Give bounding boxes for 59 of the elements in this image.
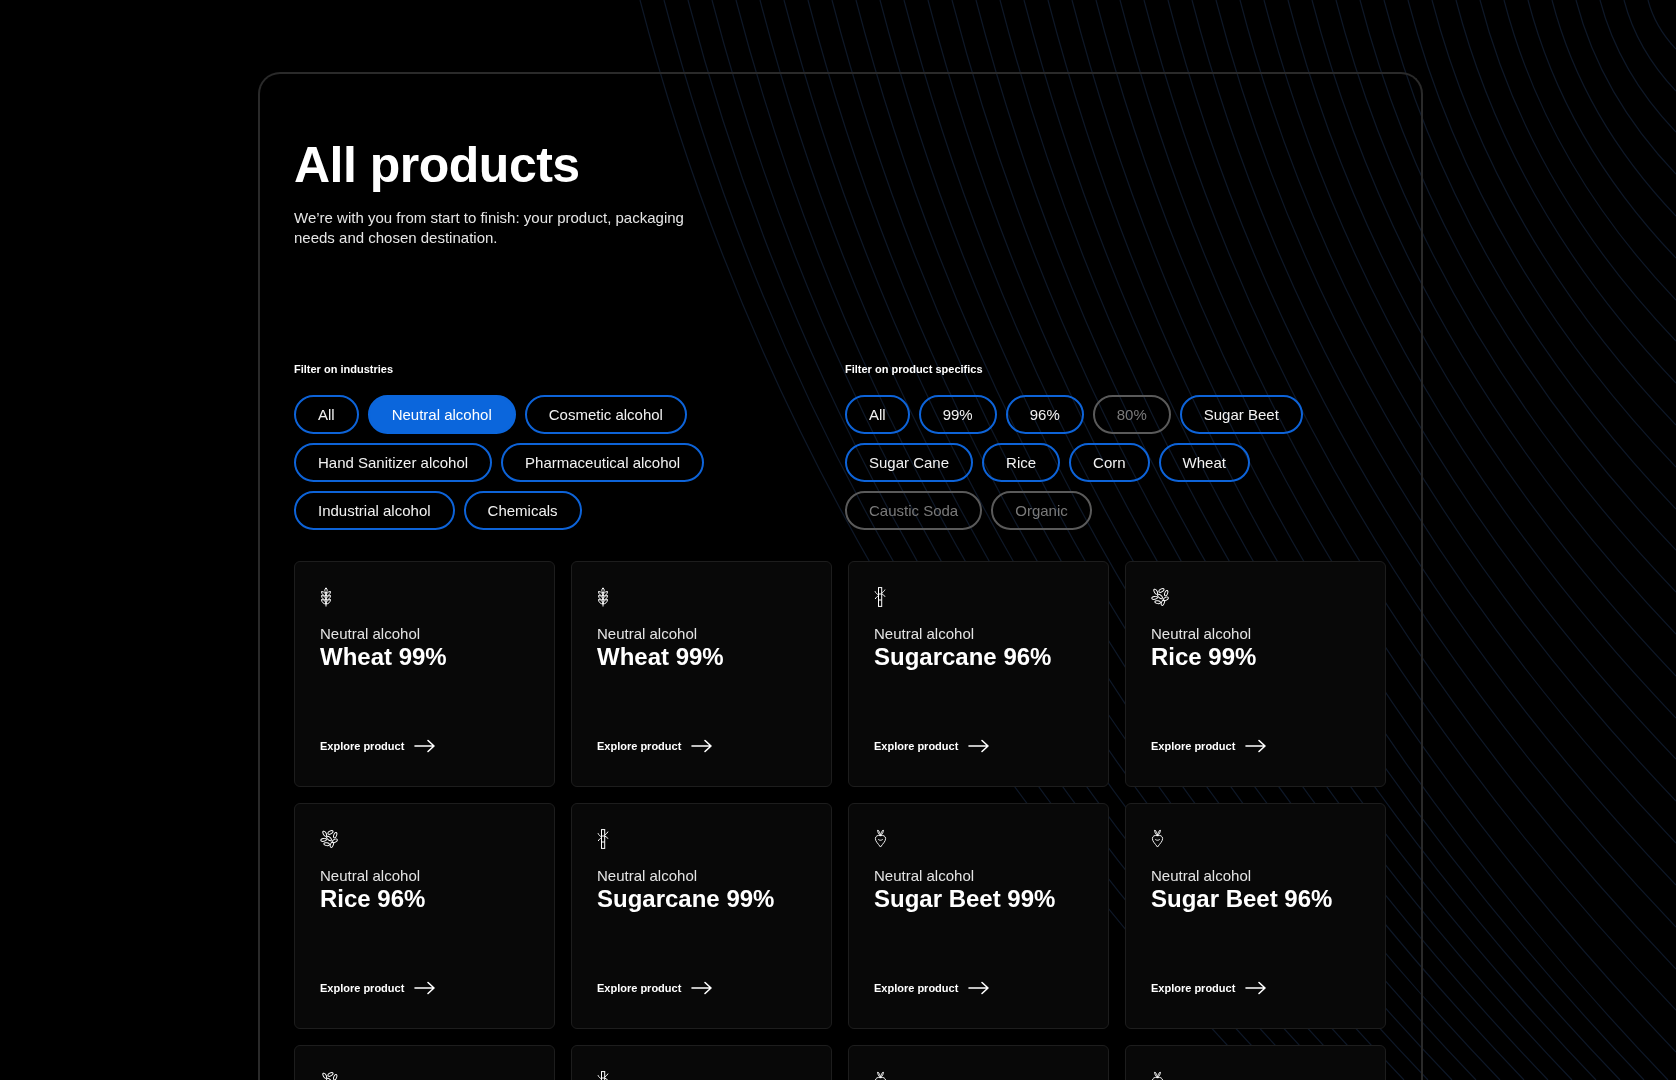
arrow-right-icon	[1245, 981, 1268, 995]
filter-chip[interactable]: Chemicals	[463, 491, 582, 530]
filter-chip[interactable]: Neutral alcohol	[367, 395, 516, 434]
product-name: Rice 96%	[320, 885, 426, 912]
filter-chip[interactable]: 99%	[918, 395, 997, 434]
filter-chip[interactable]: All	[845, 395, 910, 434]
product-name: Wheat 99%	[320, 643, 447, 670]
filter-chip[interactable]: Rice	[982, 443, 1061, 482]
product-category: Neutral alcohol	[320, 625, 421, 643]
explore-product-link[interactable]: Explore product	[874, 739, 991, 753]
filter-chip[interactable]: 96%	[1005, 395, 1084, 434]
arrow-right-icon	[691, 739, 714, 753]
product-category: Neutral alcohol	[1151, 625, 1252, 643]
product-category: Neutral alcohol	[1151, 867, 1252, 885]
product-name: Sugarcane 96%	[874, 643, 1052, 670]
beet-icon	[1151, 829, 1164, 848]
explore-product-link[interactable]: Explore product	[1151, 981, 1268, 995]
product-category: Neutral alcohol	[597, 867, 698, 885]
filter-chip[interactable]: Sugar Cane	[845, 443, 974, 482]
explore-product-link[interactable]: Explore product	[597, 981, 714, 995]
filter-chip[interactable]: Pharmaceutical alcohol	[501, 443, 705, 482]
explore-product-link[interactable]: Explore product	[320, 739, 437, 753]
product-name: Sugar Beet 99%	[874, 885, 1056, 912]
filter-chip[interactable]: Wheat	[1158, 443, 1250, 482]
wheat-icon	[597, 587, 609, 607]
product-name: Wheat 99%	[597, 643, 724, 670]
page-intro: We’re with you from start to finish: your product, packaging needs and chosen destination.	[294, 208, 685, 248]
product-name: Rice 99%	[1151, 643, 1257, 670]
sugarcane-icon	[597, 829, 609, 849]
arrow-right-icon	[1245, 739, 1268, 753]
product-category: Neutral alcohol	[874, 867, 975, 885]
arrow-right-icon	[414, 981, 437, 995]
filter-label: Filter on product specifics	[845, 362, 983, 376]
wheat-icon	[320, 587, 332, 607]
product-category: Neutral alcohol	[874, 625, 975, 643]
product-category: Neutral alcohol	[320, 867, 421, 885]
sugarcane-icon	[874, 587, 886, 607]
product-name: Sugarcane 99%	[597, 885, 775, 912]
explore-product-link[interactable]: Explore product	[1151, 739, 1268, 753]
filter-chip[interactable]: Sugar Beet	[1179, 395, 1303, 434]
rice-icon	[320, 829, 339, 848]
filter-chip[interactable]: Hand Sanitizer alcohol	[294, 443, 493, 482]
filter-label: Filter on industries	[294, 362, 393, 376]
rice-icon	[1151, 587, 1170, 606]
page-title: All products	[294, 138, 580, 193]
arrow-right-icon	[968, 739, 991, 753]
filter-chip[interactable]: Cosmetic alcohol	[524, 395, 687, 434]
filter-chip[interactable]: All	[294, 395, 359, 434]
product-category: Neutral alcohol	[597, 625, 698, 643]
beet-icon	[874, 829, 887, 848]
arrow-right-icon	[414, 739, 437, 753]
explore-product-link[interactable]: Explore product	[597, 739, 714, 753]
explore-product-link[interactable]: Explore product	[320, 981, 437, 995]
filter-chip[interactable]: Corn	[1069, 443, 1150, 482]
product-name: Sugar Beet 96%	[1151, 885, 1333, 912]
arrow-right-icon	[968, 981, 991, 995]
arrow-right-icon	[691, 981, 714, 995]
filter-chip[interactable]: Industrial alcohol	[294, 491, 455, 530]
explore-product-link[interactable]: Explore product	[874, 981, 991, 995]
